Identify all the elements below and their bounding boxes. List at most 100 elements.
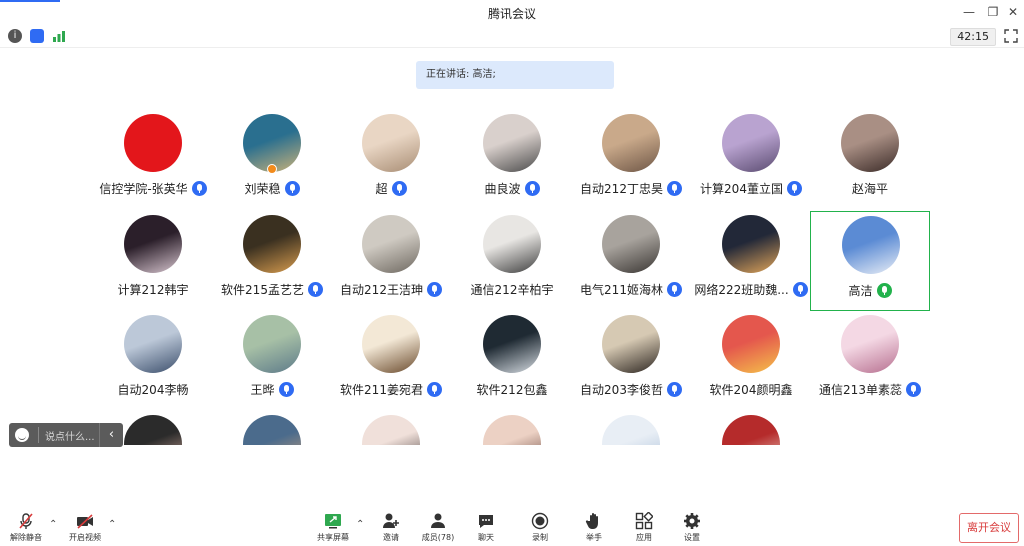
participant-tile[interactable]: 通信213单素蕊: [810, 311, 930, 411]
chat-quick-input[interactable]: 说点什么... ‹: [9, 423, 123, 447]
share-options-caret[interactable]: ⌃: [356, 519, 364, 530]
info-icon[interactable]: i: [8, 29, 22, 43]
participant-name: 软件211姜宛君: [340, 383, 423, 397]
leave-meeting-button[interactable]: 离开会议: [959, 513, 1019, 543]
participant-tile[interactable]: 软件215孟艺艺: [212, 211, 332, 311]
minimize-button[interactable]: —: [960, 4, 978, 20]
mic-icon: [278, 382, 294, 397]
participant-name-row: 网络222班助魏...: [691, 281, 811, 298]
participant-name: 自动212丁忠昊: [580, 182, 663, 196]
participant-tile[interactable]: 曲良波: [452, 110, 572, 210]
participant-tile[interactable]: 网络222班助魏...: [691, 211, 811, 311]
avatar: [483, 114, 541, 172]
signal-icon[interactable]: [52, 30, 66, 42]
participant-name-row: 赵海平: [810, 180, 930, 197]
participant-tile[interactable]: 通信212辛柏宇: [452, 211, 572, 311]
participant-tile[interactable]: 高洁: [810, 211, 930, 311]
participant-name-row: 自动203李俊哲: [571, 381, 691, 398]
participant-tile[interactable]: 王晔: [212, 311, 332, 411]
gear-icon: [684, 513, 700, 529]
unmute-button[interactable]: 解除静音: [4, 509, 48, 545]
raise-hand-button[interactable]: 举手: [572, 509, 616, 545]
participant-name-row: 计算204董立国: [691, 180, 811, 197]
share-screen-icon: [325, 514, 341, 529]
video-off-icon: [77, 514, 93, 529]
mic-icon: [905, 382, 921, 397]
participant-name-row: 软件211姜宛君: [331, 381, 451, 398]
add-user-icon: [383, 513, 399, 528]
avatar: [841, 415, 899, 445]
participant-name: 网络222班助魏...: [694, 283, 789, 297]
participant-name-row: 王晔: [212, 381, 332, 398]
participant-name: 赵海平: [851, 182, 888, 196]
title-accent: [0, 0, 60, 2]
settings-button[interactable]: 设置: [670, 509, 714, 545]
shield-icon[interactable]: [30, 29, 44, 43]
chat-placeholder[interactable]: 说点什么...: [45, 428, 95, 443]
invite-label: 邀请: [383, 533, 399, 542]
participant-name-row: 软件215孟艺艺: [212, 281, 332, 298]
window-title: 腾讯会议: [487, 7, 536, 21]
avatar-partial: [483, 415, 541, 445]
participant-name-row: 自动204李畅: [93, 381, 213, 398]
emoji-icon[interactable]: [15, 428, 29, 442]
participant-tile[interactable]: 计算204董立国: [691, 110, 811, 210]
participant-tile[interactable]: 自动212丁忠昊: [571, 110, 691, 210]
members-label: 成员(78): [421, 533, 455, 542]
chat-icon: [479, 515, 493, 528]
participant-tile[interactable]: 自动203李俊哲: [571, 311, 691, 411]
participant-name: 高洁: [848, 284, 873, 298]
start-video-button[interactable]: 开启视频: [63, 509, 107, 545]
participant-name: 通信213单素蕊: [819, 383, 902, 397]
avatar: [243, 315, 301, 373]
invite-button[interactable]: 邀请: [369, 509, 413, 545]
close-button[interactable]: ✕: [1004, 4, 1022, 20]
chat-button[interactable]: 聊天: [464, 509, 508, 545]
avatar: [483, 415, 541, 445]
avatar-partial: [362, 415, 420, 445]
fullscreen-icon[interactable]: [1004, 29, 1018, 43]
participant-name-row: 计算212韩宇: [93, 281, 213, 298]
members-button[interactable]: 成员(78): [416, 509, 460, 545]
avatar: [602, 215, 660, 273]
avatar: [602, 315, 660, 373]
audio-options-caret[interactable]: ⌃: [49, 519, 57, 530]
share-label: 共享屏幕: [317, 533, 349, 542]
participant-tile[interactable]: 赵海平: [810, 110, 930, 210]
participant-name: 通信212辛柏宇: [470, 283, 554, 297]
participant-name: 电气211姬海林: [580, 283, 663, 297]
participant-tile[interactable]: 计算212韩宇: [93, 211, 213, 311]
settings-label: 设置: [684, 533, 700, 542]
participant-name-row: 软件204颜明鑫: [691, 381, 811, 398]
video-options-caret[interactable]: ⌃: [108, 519, 116, 530]
participant-tile[interactable]: 自动212王洁珅: [331, 211, 451, 311]
participant-tile[interactable]: 软件212包鑫: [452, 311, 572, 411]
members-icon: [431, 513, 445, 528]
participant-tile[interactable]: 电气211姬海林: [571, 211, 691, 311]
bottom-toolbar: 解除静音 ⌃ 开启视频 ⌃ 共享屏幕 ⌃ 邀请 成员(78) 聊天 录制 举手 …: [0, 505, 1024, 546]
participant-tile[interactable]: 信控学院-张英华: [93, 110, 213, 210]
apps-label: 应用: [636, 533, 652, 542]
avatar: [483, 315, 541, 373]
avatar: [722, 415, 780, 445]
restore-button[interactable]: ❐: [984, 4, 1002, 20]
participant-tile[interactable]: 软件204颜明鑫: [691, 311, 811, 411]
mic-icon: [426, 282, 442, 297]
share-screen-button[interactable]: 共享屏幕: [311, 509, 355, 545]
participant-tile[interactable]: 软件211姜宛君: [331, 311, 451, 411]
participant-name-row: 通信213单素蕊: [810, 381, 930, 398]
chevron-left-icon[interactable]: ‹: [99, 423, 123, 447]
mic-icon: [391, 181, 407, 196]
participant-name-row: 软件212包鑫: [452, 381, 572, 398]
participant-tile[interactable]: 超: [331, 110, 451, 210]
participant-tile[interactable]: 自动204李畅: [93, 311, 213, 411]
record-button[interactable]: 录制: [518, 509, 562, 545]
mic-icon: [307, 282, 323, 297]
apps-button[interactable]: 应用: [622, 509, 666, 545]
mic-icon: [666, 181, 682, 196]
avatar: [362, 215, 420, 273]
participant-tile[interactable]: 刘荣稳: [212, 110, 332, 210]
hand-icon: [585, 513, 598, 529]
mic-icon: [666, 382, 682, 397]
avatar-partial: [602, 415, 660, 445]
